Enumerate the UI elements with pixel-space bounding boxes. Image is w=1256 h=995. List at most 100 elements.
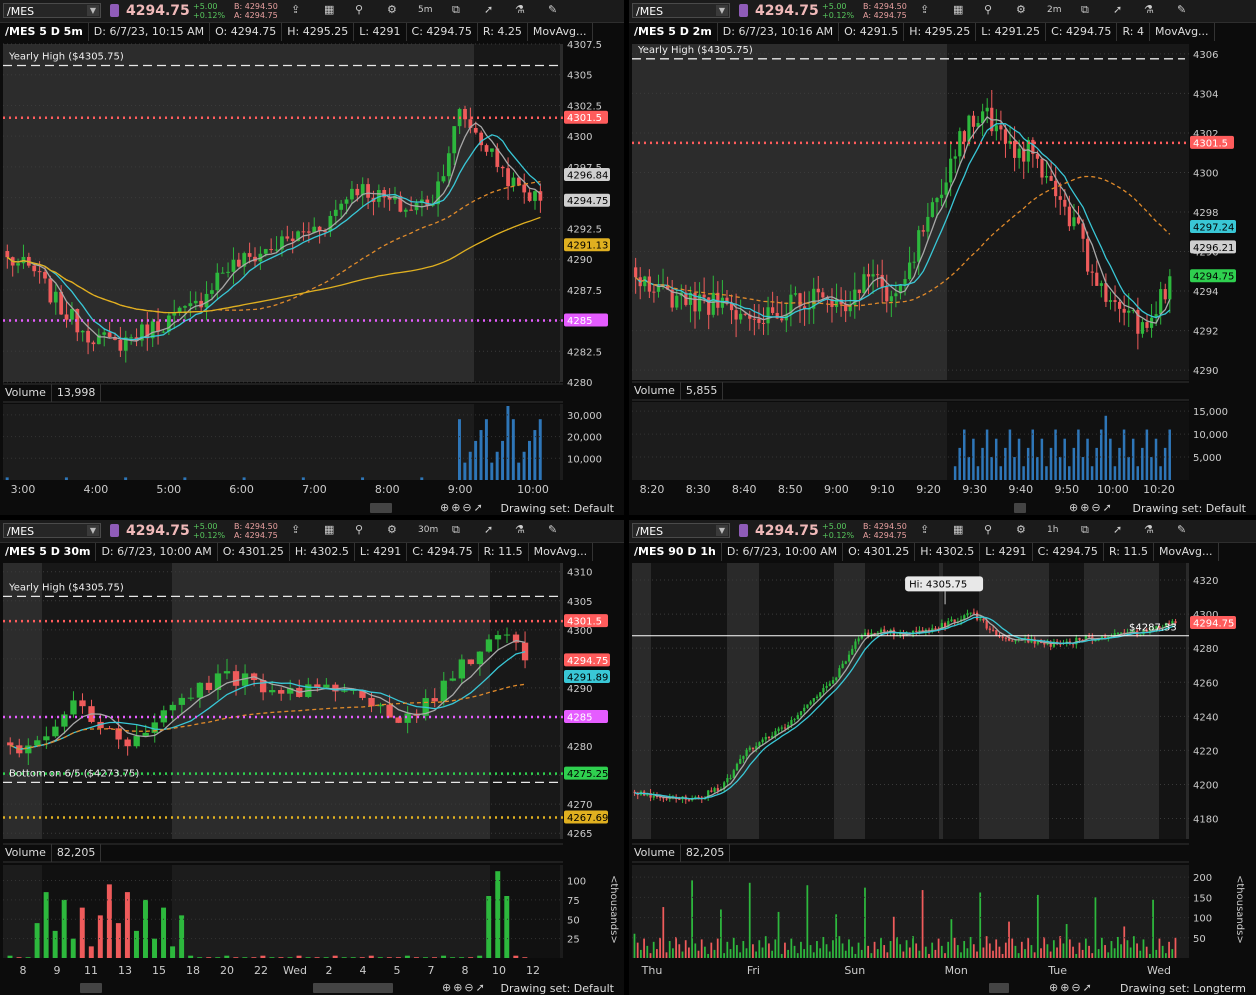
volume-bar xyxy=(260,955,266,958)
volume-bar xyxy=(70,938,76,958)
candle-body xyxy=(1140,322,1145,334)
time-tick-label: 20 xyxy=(220,964,234,977)
candle-body xyxy=(511,177,516,187)
scrollbar-handle[interactable] xyxy=(989,983,1009,993)
candle-body xyxy=(994,125,998,132)
chart-canvas[interactable]: 4306430443024300429842964294429242904301… xyxy=(629,0,1256,515)
volume-unit-label: <thousands> xyxy=(1234,875,1245,944)
candle-body xyxy=(440,680,447,702)
zoom-controls[interactable]: ⊕⊕⊖➚ xyxy=(442,981,487,994)
drawing-set-selector[interactable]: Drawing set: Default xyxy=(501,982,614,995)
volume-bar xyxy=(179,915,185,958)
candle-body xyxy=(780,727,783,729)
chart-canvas[interactable]: 4307.543054302.543004297.542954292.54290… xyxy=(0,0,624,515)
time-tick-label: 13 xyxy=(118,964,132,977)
candle-body xyxy=(1040,158,1044,178)
volume-bar xyxy=(1027,937,1030,958)
volume-bar xyxy=(981,447,984,480)
price-level-label: 4301.5 xyxy=(567,113,602,124)
candle-body xyxy=(675,295,679,308)
candle-body xyxy=(883,629,886,632)
volume-bar xyxy=(796,953,799,958)
candle-body xyxy=(187,697,195,699)
price-bubble-label: 4294.75 xyxy=(1193,272,1234,283)
scrollbar-handle[interactable] xyxy=(80,983,102,993)
chart-pane-5m[interactable]: /MES ▼ 4294.75 +5.00 +0.12% B: 4294.50 A: 4294… xyxy=(0,0,624,515)
chart-canvas[interactable]: 4310430543004295429042854280427542704265… xyxy=(0,520,624,995)
chart-pane-30m[interactable]: /MES ▼ 4294.75 +5.00 +0.12% B: 4294.50 A: 4294… xyxy=(0,520,624,995)
volume-bar xyxy=(838,936,841,958)
price-tick-label: 4200 xyxy=(1193,780,1218,791)
price-tick-label: 4292 xyxy=(1193,327,1218,338)
volume-bar xyxy=(953,466,957,480)
time-tick-label: Thu xyxy=(641,964,663,977)
scrollbar-handle[interactable] xyxy=(1014,503,1026,513)
volume-bar xyxy=(1008,921,1010,958)
candle-body xyxy=(129,337,134,339)
candle-body xyxy=(831,680,835,684)
volume-bar xyxy=(479,430,483,480)
candle-body xyxy=(1113,300,1117,302)
price-tick-label: 4180 xyxy=(1193,815,1218,826)
volume-bar xyxy=(1062,943,1065,958)
price-bubble-label: 4296.84 xyxy=(567,171,608,182)
volume-bar xyxy=(242,477,246,480)
volume-bar xyxy=(341,957,347,958)
volume-bar xyxy=(1174,937,1177,958)
drawing-set-selector[interactable]: Drawing set: Longterm xyxy=(1120,982,1246,995)
candle-body xyxy=(790,719,793,725)
candle-body xyxy=(269,690,276,693)
volume-bar xyxy=(1068,939,1071,958)
volume-bar xyxy=(755,951,758,958)
candle-body xyxy=(1168,276,1172,300)
volume-bar xyxy=(764,936,767,958)
drawing-set-selector[interactable]: Drawing set: Default xyxy=(501,502,614,515)
candle-body xyxy=(930,202,935,217)
volume-bar xyxy=(1136,943,1138,958)
volume-bar xyxy=(1104,945,1106,958)
volume-bar xyxy=(522,451,526,480)
candle-body xyxy=(452,126,457,154)
zoom-controls[interactable]: ⊕⊕⊖➚ xyxy=(1049,981,1094,994)
volume-bar xyxy=(806,885,809,958)
volume-bar xyxy=(681,951,684,958)
candle-body xyxy=(1063,199,1067,207)
time-tick-label: 4:00 xyxy=(84,483,109,496)
candle-body xyxy=(793,293,798,295)
candle-body xyxy=(777,728,780,732)
candle-body xyxy=(458,659,465,679)
chart-pane-1h[interactable]: /MES ▼ 4294.75 +5.00 +0.12% B: 4294.50 A: 4294… xyxy=(629,520,1256,995)
zoom-controls[interactable]: ⊕⊕⊖➚ xyxy=(1069,501,1114,514)
volume-bar xyxy=(873,941,876,958)
chart-pane-2m[interactable]: /MES ▼ 4294.75 +5.00 +0.12% B: 4294.50 A: 4294… xyxy=(629,0,1256,515)
volume-bar xyxy=(1161,945,1164,958)
volume-bar xyxy=(994,438,998,480)
scrollbar-handle[interactable] xyxy=(370,503,392,513)
volume-bar xyxy=(395,957,401,958)
drawing-set-selector[interactable]: Drawing set: Default xyxy=(1133,502,1246,515)
volume-bar xyxy=(1145,946,1148,958)
volume-bar xyxy=(985,936,988,958)
candle-body xyxy=(935,198,939,203)
volume-bar xyxy=(463,462,467,480)
candle-body xyxy=(210,290,214,294)
candle-body xyxy=(757,318,761,323)
volume-bar xyxy=(296,955,302,958)
volume-bar xyxy=(636,942,639,958)
zoom-controls[interactable]: ⊕⊕⊖➚ xyxy=(440,501,485,514)
volume-bar xyxy=(1001,953,1004,958)
volume-bar xyxy=(133,930,139,958)
candle-body xyxy=(102,332,107,335)
candle-body xyxy=(1163,289,1167,300)
volume-bar xyxy=(1011,938,1014,958)
chart-canvas[interactable]: 43204300428042604240422042004180Hi: 4305… xyxy=(629,520,1256,995)
volume-bar xyxy=(1024,949,1026,958)
volume-bar xyxy=(967,457,971,480)
candle-body xyxy=(944,182,948,195)
scrollbar-handle[interactable] xyxy=(313,983,393,993)
volume-tick-label: 50 xyxy=(1193,934,1206,945)
candle-body xyxy=(854,641,857,649)
candle-body xyxy=(183,306,187,308)
candle-body xyxy=(107,332,112,338)
volume-bar xyxy=(350,957,356,958)
